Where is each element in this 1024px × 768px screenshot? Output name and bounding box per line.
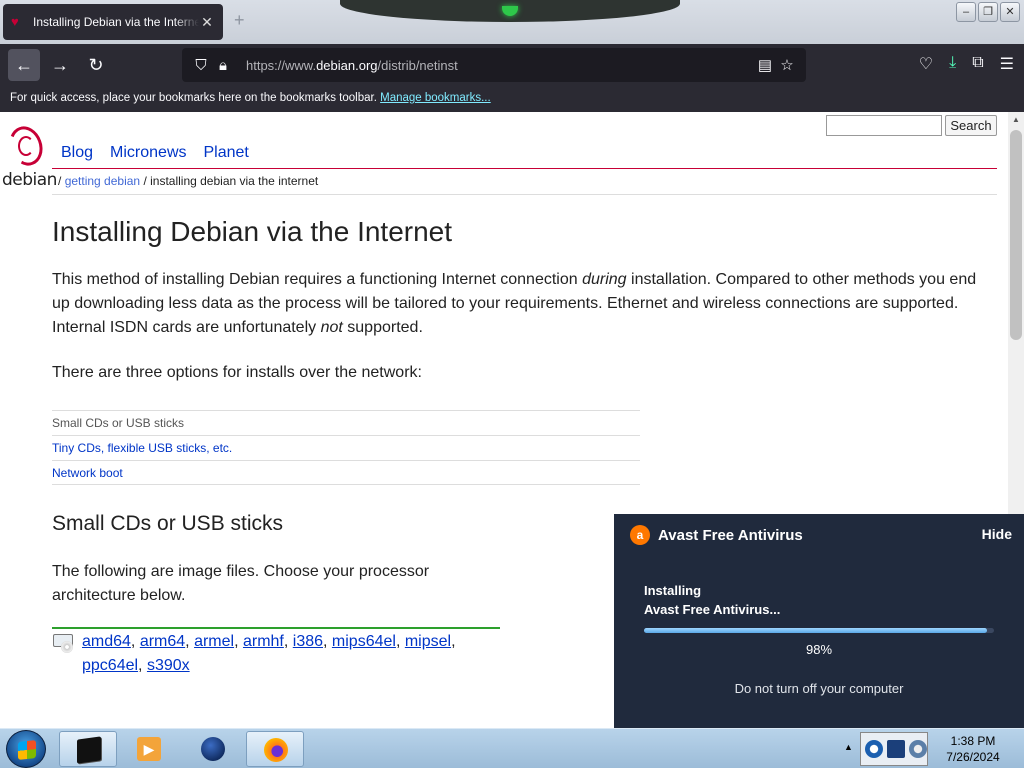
breadcrumb-divider [52,194,997,195]
arch-link[interactable]: mips64el [332,633,396,650]
breadcrumb-getting-debian[interactable]: getting debian [65,174,140,188]
back-button[interactable]: ← [8,49,40,81]
site-nav: Blog Micronews Planet [61,144,249,162]
taskbar: ▶ ▲ 1:38 PM 7/26/2024 [0,728,1024,768]
nav-micronews[interactable]: Micronews [110,144,186,162]
lock-icon[interactable]: 🔒︎ [212,57,234,74]
arch-link[interactable]: armel [194,633,234,650]
arch-link[interactable]: s390x [147,657,190,674]
nav-planet[interactable]: Planet [204,144,249,162]
tab-close-icon[interactable]: ✕ [199,14,215,31]
architecture-list: amd64, arm64, armel, armhf, i386, mips64… [82,633,456,674]
taskbar-item-terminal[interactable] [59,731,117,767]
extensions-icon[interactable]: ⧉ [972,54,983,74]
tray-network-icon[interactable] [865,740,883,758]
toc-item: Tiny CDs, flexible USB sticks, etc. [52,435,640,460]
clock-date: 7/26/2024 [946,750,1000,764]
scrollbar-thumb[interactable] [1010,130,1022,340]
reader-view-icon[interactable]: ▤ [754,56,776,74]
reload-button[interactable]: ↻ [80,49,112,81]
bookmark-star-icon[interactable]: ☆ [776,56,798,74]
nav-toolbar: ← → ↻ ⛉ 🔒︎ https://www.debian.org/distri… [0,44,1024,86]
url-text[interactable]: https://www.debian.org/distrib/netinst [246,58,754,73]
close-window-button[interactable]: ✕ [1000,2,1020,22]
tab-strip: ♥ Installing Debian via the Internet ✕ +… [0,0,1024,44]
start-button[interactable] [6,730,46,768]
hide-button[interactable]: Hide [982,526,1012,542]
scroll-up-arrow-icon[interactable]: ▲ [1008,112,1024,128]
terminal-icon [77,736,101,764]
forward-button[interactable]: → [44,49,76,81]
arch-link[interactable]: arm64 [140,633,185,650]
intro-paragraph: This method of installing Debian require… [52,271,977,336]
taskbar-item-firefox[interactable] [246,731,304,767]
avast-header: a Avast Free Antivirus [630,525,803,545]
section-divider [52,627,500,629]
firefox-icon [264,738,288,762]
search-input[interactable] [826,115,942,136]
avast-install-popup: a Avast Free Antivirus Hide Installing A… [614,514,1024,728]
install-progress-fill [644,628,987,633]
menu-icon[interactable]: ☰ [1000,54,1014,74]
show-hidden-icons-icon[interactable]: ▲ [844,742,853,752]
bookmarks-hint: For quick access, place your bookmarks h… [10,92,377,104]
toc-item: Network boot [52,460,640,485]
toolbar-icons: ♡ ⤓ ⧉ ☰ [919,54,1014,74]
arch-link[interactable]: mipsel [405,633,451,650]
clock[interactable]: 1:38 PM 7/26/2024 [930,733,1016,765]
progress-percent: 98% [805,642,833,657]
section-title: Small CDs or USB sticks [52,512,284,535]
header-divider [52,168,997,169]
table-of-contents: Small CDs or USB sticks Tiny CDs, flexib… [52,410,640,485]
tray-monitor-icon[interactable] [887,740,905,758]
minimize-button[interactable]: ‒ [956,2,976,22]
page-title: Installing Debian via the Internet [52,216,453,247]
tab-active[interactable]: ♥ Installing Debian via the Internet ✕ [3,4,223,40]
options-intro: There are three options for installs ove… [52,364,422,381]
debian-logo[interactable]: debian [2,121,57,192]
arch-link[interactable]: amd64 [82,633,131,650]
pocket-icon[interactable]: ♡ [919,54,933,74]
media-player-icon: ▶ [137,737,161,761]
new-tab-button[interactable]: + [234,10,245,31]
shield-icon[interactable]: ⛉ [190,57,212,74]
arch-link[interactable]: ppc64el [82,657,138,674]
url-bar[interactable]: ⛉ 🔒︎ https://www.debian.org/distrib/neti… [182,48,806,82]
breadcrumb: / getting debian / installing debian via… [58,174,319,188]
tray-icons [860,732,928,766]
breadcrumb-current: / installing debian via the internet [143,174,319,188]
avast-title: Avast Free Antivirus [658,526,803,544]
restore-button[interactable]: ❐ [978,2,998,22]
tray-sync-icon[interactable] [909,740,927,758]
toc-item-current: Small CDs or USB sticks [52,410,640,435]
tab-title: Installing Debian via the Internet [33,15,199,29]
install-warning: Do not turn off your computer [734,681,904,696]
manage-bookmarks-link[interactable]: Manage bookmarks... [380,92,491,104]
windows-logo-icon [18,740,36,760]
bookmarks-toolbar: For quick access, place your bookmarks h… [0,86,1024,112]
window-controls: ‒ ❐ ✕ [956,2,1020,22]
toc-link-tiny-cds[interactable]: Tiny CDs, flexible USB sticks, etc. [52,441,232,455]
avast-logo-icon: a [630,525,650,545]
logo-text: debian [2,170,57,190]
webcam-light-icon [502,6,518,16]
taskbar-item-network[interactable] [184,731,242,767]
installing-status: Installing Avast Free Antivirus... [644,583,781,617]
cd-image-icon [53,634,75,653]
webcam-notch [340,0,680,22]
globe-icon [201,737,225,761]
section-text: The following are image files. Choose yo… [52,563,430,604]
toc-link-network-boot[interactable]: Network boot [52,466,123,480]
nav-blog[interactable]: Blog [61,144,93,162]
arch-link[interactable]: i386 [293,633,323,650]
search-button[interactable]: Search [945,115,997,136]
debian-favicon-icon: ♥ [11,14,19,29]
taskbar-item-media-player[interactable]: ▶ [120,731,178,767]
install-progress-bar [644,628,994,633]
arch-link[interactable]: armhf [243,633,284,650]
downloads-icon[interactable]: ⤓ [949,54,956,74]
clock-time: 1:38 PM [950,734,996,748]
